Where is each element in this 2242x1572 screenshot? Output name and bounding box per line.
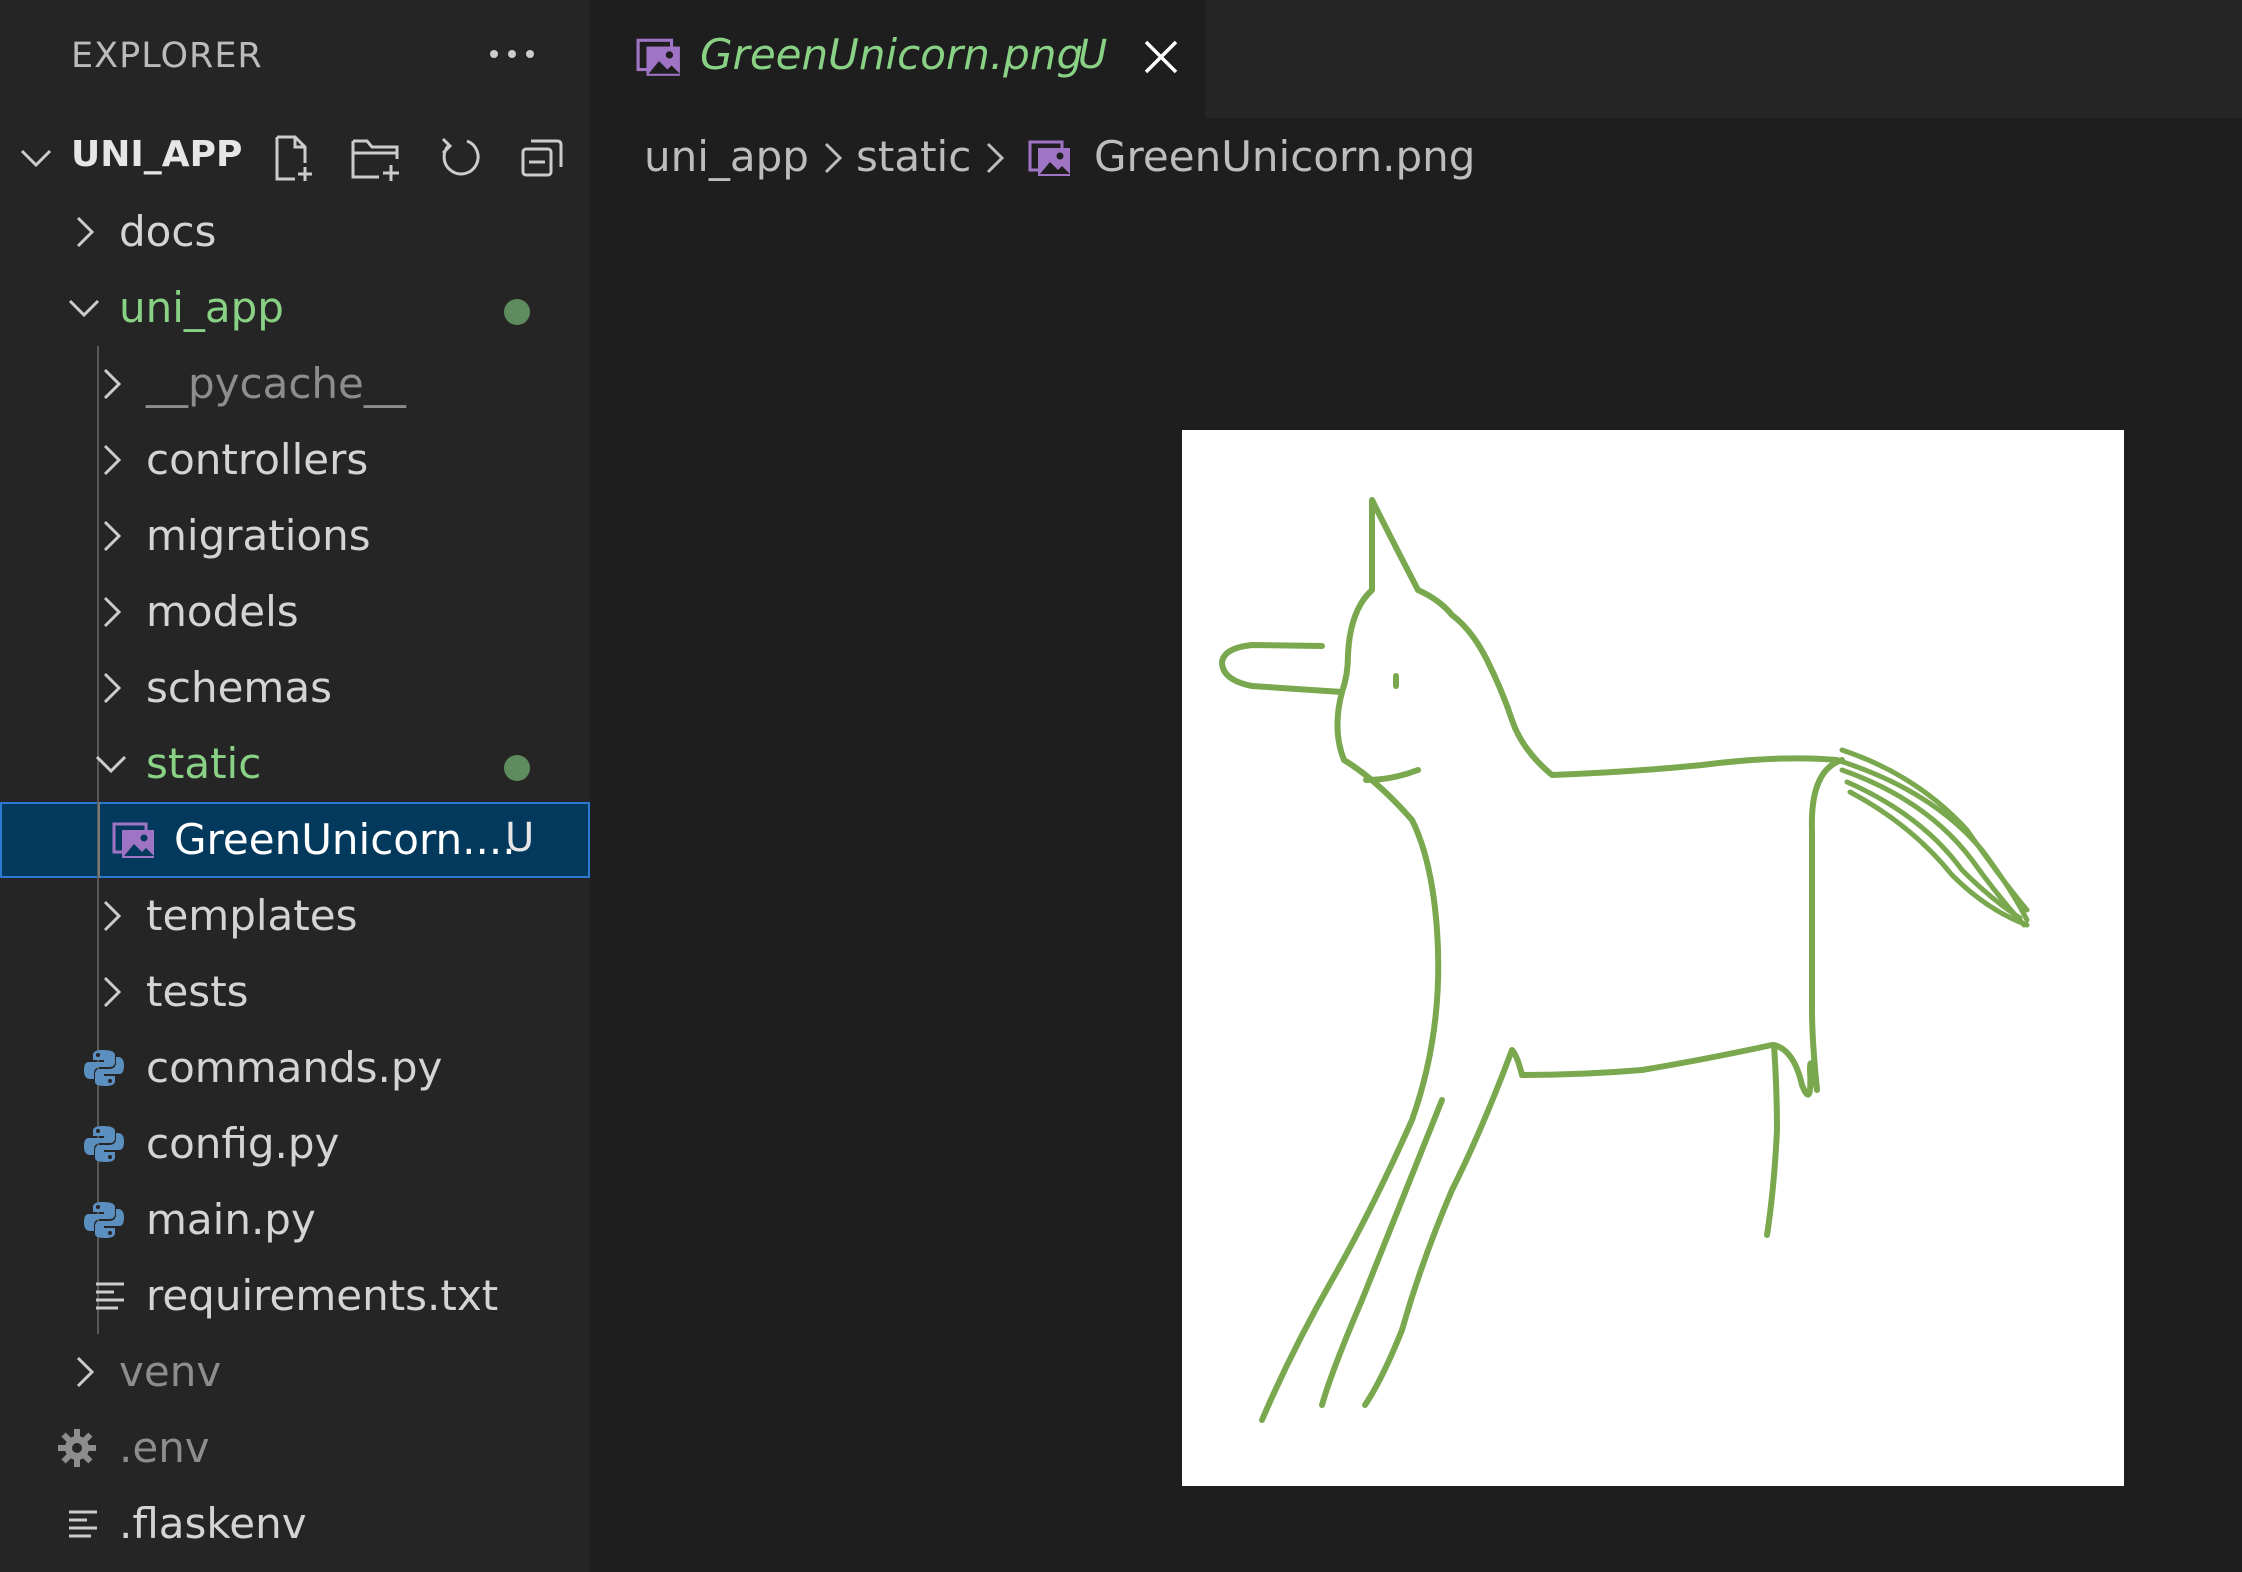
workspace-header[interactable]: UNI_APP [0,126,590,186]
collapse-all-icon[interactable] [514,130,570,186]
tree-item-label: migrations [146,511,371,560]
tab-untracked-badge: U [1078,32,1108,78]
untracked-badge: U [505,815,535,861]
python-file-icon [84,1202,124,1238]
tree-item-templates[interactable]: templates [0,878,590,954]
tree-item-flaskenv[interactable]: .flaskenv [0,1486,590,1562]
tree-item-migrations[interactable]: migrations [0,498,590,574]
tree-item-main-py[interactable]: main.py [0,1182,590,1258]
python-file-icon [84,1126,124,1162]
chevron-right-icon [103,672,122,704]
chevron-right-icon [103,368,122,400]
tree-item-docs[interactable]: docs [0,194,590,270]
close-icon[interactable] [1138,34,1184,80]
tree-item-label: schemas [146,663,332,712]
editor-tab-bar: GreenUnicorn.png U [590,0,2242,118]
new-folder-icon[interactable] [348,130,404,186]
tree-item-label: tests [146,967,249,1016]
tree-item-label: controllers [146,435,369,484]
tree-item-tests[interactable]: tests [0,954,590,1030]
tree-item-venv[interactable]: venv [0,1334,590,1410]
modified-indicator [504,755,530,781]
tree-item-label: templates [146,891,358,940]
tree-item-label: commands.py [146,1043,443,1092]
tree-item-uni-app[interactable]: uni_app [0,270,590,346]
chevron-right-icon [103,900,122,932]
explorer-header: EXPLORER [0,0,590,118]
chevron-right-icon [103,444,122,476]
tree-item-label: GreenUnicorn.... [174,815,516,864]
chevron-down-icon [95,755,127,774]
breadcrumb: uni_app static GreenUnicorn.png [590,118,2242,198]
tree-item-schemas[interactable]: schemas [0,650,590,726]
tree-item-label: uni_app [119,283,284,332]
text-file-icon [96,1282,124,1310]
tree-item-label: .flaskenv [119,1499,307,1548]
tree-item-label: docs [119,207,217,256]
tree-item-label: venv [119,1347,222,1396]
chevron-right-icon [103,596,122,628]
chevron-down-icon[interactable] [16,138,56,178]
python-file-icon [84,1050,124,1086]
tree-item-label: static [146,739,262,788]
new-file-icon[interactable] [264,130,320,186]
tree-item-greenunicorn[interactable]: GreenUnicorn.... U [0,802,590,878]
chevron-right-icon [76,216,95,248]
tree-item-env[interactable]: .env [0,1410,590,1486]
chevron-right-icon [103,520,122,552]
breadcrumb-greenunicorn[interactable]: GreenUnicorn.png [1094,132,1475,181]
explorer-title: EXPLORER [71,36,263,76]
workspace-name: UNI_APP [71,134,243,175]
tree-item-label: models [146,587,299,636]
breadcrumb-uni-app[interactable]: uni_app [644,132,809,181]
chevron-right-icon [824,142,843,174]
tab-label: GreenUnicorn.png [700,30,1084,79]
tree-item-label: main.py [146,1195,316,1244]
image-file-icon [1028,140,1070,176]
tree-item-label: .env [119,1423,210,1472]
tab-greenunicorn[interactable]: GreenUnicorn.png U [590,0,1205,118]
tree-item-commands-py[interactable]: commands.py [0,1030,590,1106]
chevron-down-icon [68,299,100,318]
tree-item-requirements-txt[interactable]: requirements.txt [0,1258,590,1334]
more-actions-icon[interactable] [482,24,542,84]
explorer-sidebar: EXPLORER UNI_APP docs uni_app __pycache_… [0,0,590,1572]
tree-item-label: requirements.txt [146,1271,499,1320]
image-file-icon [112,822,154,858]
image-preview[interactable] [1182,430,2124,1486]
tree-item-controllers[interactable]: controllers [0,422,590,498]
text-file-icon [69,1510,97,1538]
tree-item-config-py[interactable]: config.py [0,1106,590,1182]
chevron-right-icon [986,142,1005,174]
chevron-right-icon [76,1356,95,1388]
tree-item-label: __pycache__ [146,359,406,408]
gear-icon [58,1429,96,1467]
tree-item-label: config.py [146,1119,340,1168]
image-file-icon [636,38,680,76]
breadcrumb-static[interactable]: static [856,132,971,181]
chevron-right-icon [103,976,122,1008]
tree-item-pycache[interactable]: __pycache__ [0,346,590,422]
tree-item-models[interactable]: models [0,574,590,650]
refresh-icon[interactable] [432,130,488,186]
modified-indicator [504,299,530,325]
tree-item-static[interactable]: static [0,726,590,802]
unicorn-drawing [1219,497,2030,1423]
indent-guide [98,802,100,878]
